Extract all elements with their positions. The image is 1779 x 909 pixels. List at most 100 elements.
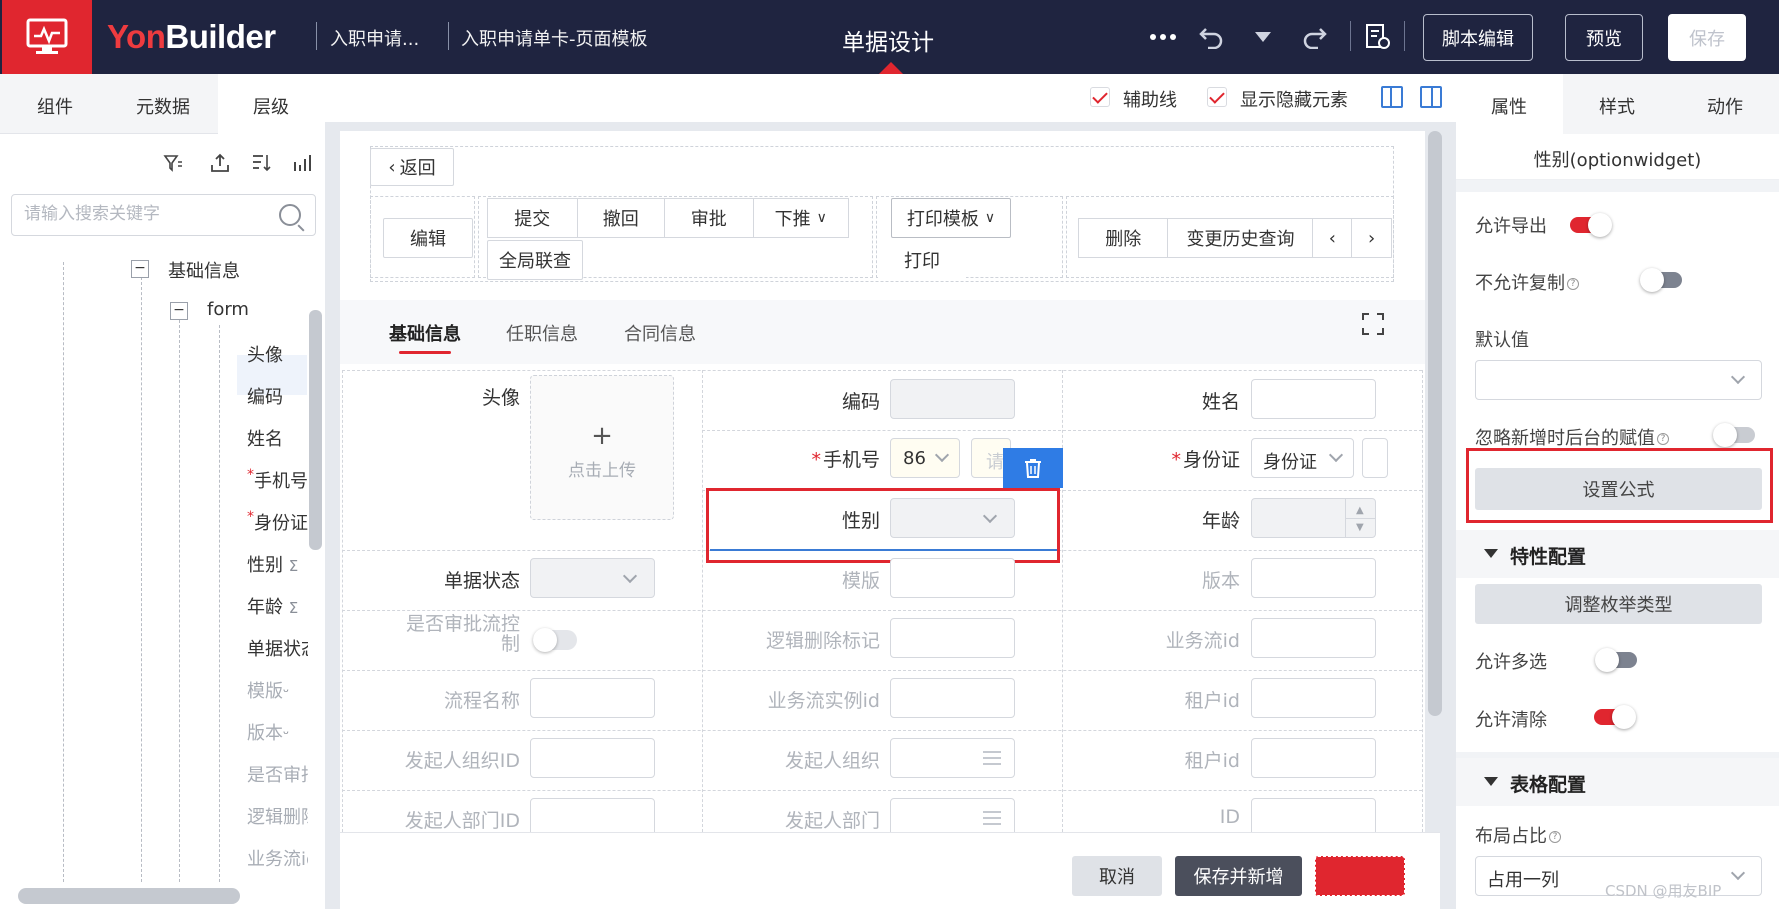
bizflow-instance-input[interactable]	[890, 678, 1015, 718]
tree-node-name[interactable]: 姓名	[247, 425, 283, 451]
sort-icon[interactable]	[249, 151, 273, 175]
stepper-up-icon[interactable]: ▲	[1356, 505, 1364, 516]
initiator-org-id-input[interactable]	[530, 738, 655, 778]
ignore-backend-toggle[interactable]	[1713, 423, 1755, 447]
approval-control-toggle[interactable]	[533, 628, 577, 652]
tab-employment-info[interactable]: 任职信息	[506, 320, 578, 346]
multi-select-toggle[interactable]	[1595, 648, 1637, 672]
allow-export-toggle[interactable]	[1570, 213, 1612, 237]
edit-button[interactable]: 编辑	[383, 218, 473, 258]
adjust-enum-button[interactable]: 调整枚举类型	[1475, 584, 1762, 624]
tree-node-form[interactable]: form	[207, 299, 249, 320]
layout-left-icon[interactable]	[1381, 86, 1403, 108]
undo-icon[interactable]	[1196, 22, 1226, 52]
tree-node-code[interactable]: 编码	[247, 383, 283, 409]
template-input[interactable]	[890, 558, 1015, 598]
tree-node-bizflow-id[interactable]: 业务流id	[247, 845, 317, 871]
feature-config-section[interactable]: 特性配置	[1456, 530, 1779, 578]
tree-collapse-icon[interactable]: −	[131, 260, 149, 278]
left-scrollbar-horizontal[interactable]	[18, 888, 240, 904]
tab-properties[interactable]: 属性	[1491, 93, 1527, 119]
more-icon[interactable]	[1148, 22, 1178, 52]
version-input[interactable]	[1251, 558, 1376, 598]
canvas-scrollbar[interactable]	[1428, 131, 1442, 716]
tenant-id-2-input[interactable]	[1251, 738, 1376, 778]
id-card-input[interactable]	[1362, 438, 1388, 478]
name-input[interactable]	[1251, 379, 1376, 419]
default-value-select[interactable]	[1475, 360, 1762, 400]
save-and-new-button[interactable]: 保存并新增	[1175, 856, 1302, 896]
tab-components[interactable]: 组件	[37, 93, 73, 119]
tree-node-basic-info[interactable]: 基础信息	[168, 257, 240, 283]
preview-button[interactable]: 预览	[1565, 14, 1643, 61]
allow-clear-toggle[interactable]	[1594, 705, 1636, 729]
tenant-id-input[interactable]	[1251, 678, 1376, 718]
list-icon[interactable]	[983, 811, 1001, 825]
breadcrumb-page[interactable]: 入职申请单卡-页面模板	[461, 25, 648, 51]
tree-node-gender[interactable]: 性别 Σ	[247, 551, 298, 577]
tree-search-box[interactable]	[11, 194, 316, 236]
save-primary-button[interactable]	[1315, 856, 1405, 896]
save-button[interactable]: 保存	[1668, 14, 1746, 61]
logic-delete-input[interactable]	[890, 618, 1015, 658]
table-config-section[interactable]: 表格配置	[1456, 758, 1779, 806]
layout-right-icon[interactable]	[1420, 86, 1442, 108]
delete-button[interactable]: 删除	[1079, 219, 1169, 257]
search-icon[interactable]	[279, 204, 301, 226]
withdraw-button[interactable]: 撤回	[578, 199, 666, 237]
help-icon[interactable]: ?	[1567, 278, 1579, 290]
id-type-select[interactable]: 身份证	[1251, 438, 1354, 478]
fullscreen-icon[interactable]	[1362, 313, 1384, 335]
list-icon[interactable]	[983, 751, 1001, 765]
left-scrollbar-vertical[interactable]	[309, 310, 322, 550]
dropdown-icon[interactable]	[1248, 22, 1278, 52]
flow-name-input[interactable]	[530, 678, 655, 718]
avatar-upload[interactable]: + 点击上传	[530, 375, 674, 520]
tree-node-phone[interactable]: *手机号	[247, 467, 308, 493]
doc-status-select[interactable]	[530, 558, 655, 598]
script-edit-button[interactable]: 脚本编辑	[1423, 14, 1533, 61]
show-hidden-checkbox[interactable]	[1207, 87, 1227, 107]
no-copy-toggle[interactable]	[1640, 268, 1682, 292]
tree-collapse-icon[interactable]: −	[170, 302, 188, 320]
cancel-button[interactable]: 取消	[1072, 856, 1162, 896]
filter-icon[interactable]	[161, 151, 185, 175]
tab-contract-info[interactable]: 合同信息	[624, 320, 696, 346]
aux-lines-checkbox[interactable]	[1090, 87, 1110, 107]
back-button[interactable]: ‹ 返回	[370, 148, 454, 186]
delete-field-button[interactable]	[1003, 448, 1063, 488]
next-icon[interactable]: ›	[1352, 219, 1391, 257]
submit-button[interactable]: 提交	[488, 199, 578, 237]
tab-style[interactable]: 样式	[1599, 93, 1635, 119]
redo-icon[interactable]	[1300, 22, 1330, 52]
push-down-button[interactable]: 下推 ∨	[754, 199, 848, 237]
bizflow-id-input[interactable]	[1251, 618, 1376, 658]
export-icon[interactable]	[208, 151, 232, 175]
stepper-down-icon[interactable]: ▼	[1356, 522, 1364, 533]
approve-button[interactable]: 审批	[665, 199, 754, 237]
tree-search-input[interactable]	[24, 204, 274, 224]
tree-node-avatar[interactable]: 头像	[247, 341, 283, 367]
initiator-org-refer[interactable]	[890, 738, 1015, 778]
tree-node-id-card[interactable]: *身份证	[247, 509, 308, 535]
help-icon[interactable]: ?	[1549, 831, 1561, 843]
help-icon[interactable]: ?	[1657, 433, 1669, 445]
tree-node-version[interactable]: 版本ᵕ	[247, 719, 289, 745]
age-stepper[interactable]: ▲ ▼	[1345, 499, 1376, 537]
phone-country-code-select[interactable]: 86	[890, 438, 960, 478]
levels-icon[interactable]	[290, 151, 314, 175]
tab-metadata[interactable]: 元数据	[136, 93, 190, 119]
code-input[interactable]	[890, 379, 1015, 419]
global-link-button[interactable]: 全局联查	[487, 240, 583, 280]
prev-icon[interactable]: ‹	[1313, 219, 1353, 257]
app-logo-icon[interactable]	[2, 0, 92, 74]
tree-node-template[interactable]: 模版ᵕ	[247, 677, 289, 703]
breadcrumb-app[interactable]: 入职申请...	[330, 25, 419, 51]
tree-node-age[interactable]: 年龄 Σ	[247, 593, 298, 619]
age-number-input[interactable]: ▲ ▼	[1251, 498, 1376, 538]
tab-actions[interactable]: 动作	[1707, 93, 1743, 119]
print-button[interactable]: 打印	[878, 240, 966, 280]
document-settings-icon[interactable]	[1363, 22, 1393, 52]
change-history-button[interactable]: 变更历史查询	[1168, 219, 1314, 257]
tab-hierarchy[interactable]: 层级	[253, 93, 289, 119]
